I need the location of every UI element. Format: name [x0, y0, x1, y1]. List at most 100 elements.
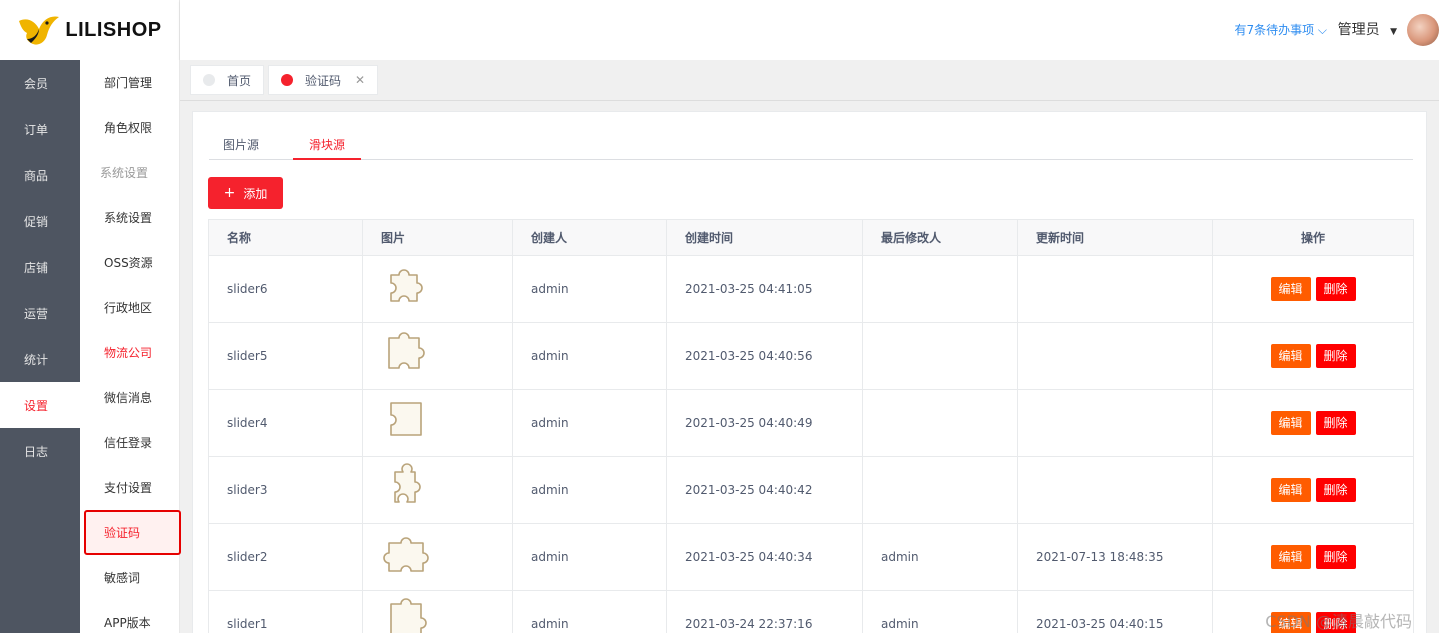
watermark: CSDN @清晨敲代码: [1265, 612, 1412, 631]
plus-icon: +: [223, 185, 236, 201]
tab-image-source[interactable]: 图片源: [223, 136, 259, 160]
edit-button[interactable]: 编辑: [1270, 545, 1311, 569]
puzzle-piece-image[interactable]: [381, 596, 437, 633]
secondary-nav-item[interactable]: 支付设置: [80, 465, 179, 510]
tab-bar: 图片源 滑块源: [209, 130, 1413, 160]
secondary-nav-item[interactable]: OSS资源: [80, 240, 179, 285]
secondary-nav-item[interactable]: 微信消息: [80, 375, 179, 420]
primary-nav-item[interactable]: 运营: [0, 290, 80, 336]
cell-actions: 编辑 删除: [1212, 523, 1414, 591]
cell-modifier: [862, 389, 1018, 457]
tag-status-dot: [281, 74, 293, 86]
edit-button[interactable]: 编辑: [1270, 277, 1311, 301]
delete-button[interactable]: 删除: [1315, 411, 1356, 435]
delete-button[interactable]: 删除: [1315, 545, 1356, 569]
cell-updated: [1017, 255, 1213, 323]
cell-image: [362, 255, 513, 323]
tag-captcha[interactable]: 验证码 ✕: [268, 65, 379, 95]
cell-modifier: [862, 322, 1018, 390]
cell-creator: admin: [512, 523, 667, 591]
cell-updated: [1017, 456, 1213, 524]
cell-created: 2021-03-24 22:37:16: [666, 590, 863, 633]
delete-button[interactable]: 删除: [1315, 344, 1356, 368]
cell-created: 2021-03-25 04:40:34: [666, 523, 863, 591]
delete-button[interactable]: 删除: [1315, 478, 1356, 502]
content-card: 图片源 滑块源 + 添加 名称 图片 创建人 创建时间 最后修改人 更新时间 操…: [192, 111, 1427, 633]
cell-image: [362, 456, 513, 524]
col-name: 名称: [208, 219, 363, 256]
primary-nav-item[interactable]: 统计: [0, 336, 80, 382]
puzzle-piece-image[interactable]: [381, 328, 437, 384]
primary-nav-item[interactable]: 商品: [0, 152, 80, 198]
primary-nav-item[interactable]: 日志: [0, 428, 80, 474]
edit-button[interactable]: 编辑: [1270, 411, 1311, 435]
cell-updated: 2021-07-13 18:48:35: [1017, 523, 1213, 591]
secondary-nav-item[interactable]: 验证码: [84, 510, 181, 555]
table-header-row: 名称 图片 创建人 创建时间 最后修改人 更新时间 操作: [208, 219, 1414, 256]
secondary-nav-item[interactable]: 行政地区: [80, 285, 179, 330]
bird-logo-icon: [19, 16, 60, 45]
edit-button[interactable]: 编辑: [1270, 344, 1311, 368]
close-icon[interactable]: ✕: [355, 73, 365, 87]
brand-name: LILISHOP: [65, 18, 162, 41]
logo[interactable]: LILISHOP: [0, 0, 180, 60]
secondary-nav-group-label: 系统设置: [100, 166, 149, 180]
user-menu[interactable]: 管理员 ▼: [1338, 19, 1397, 39]
delete-button[interactable]: 删除: [1315, 277, 1356, 301]
secondary-nav-item[interactable]: 部门管理: [80, 60, 179, 105]
secondary-nav-item[interactable]: 敏感词: [80, 555, 179, 600]
add-button[interactable]: + 添加: [208, 177, 283, 209]
cell-creator: admin: [512, 322, 667, 390]
primary-nav-item[interactable]: 订单: [0, 106, 80, 152]
primary-nav-item[interactable]: 促销: [0, 198, 80, 244]
col-created: 创建时间: [666, 219, 863, 256]
avatar[interactable]: [1407, 14, 1439, 46]
tab-slider-source[interactable]: 滑块源: [293, 136, 362, 160]
todo-link[interactable]: 有7条待办事项 ⌵: [1234, 21, 1327, 38]
secondary-nav-item[interactable]: APP版本: [80, 600, 179, 633]
secondary-nav-item[interactable]: 角色权限: [80, 105, 179, 150]
cell-name: slider2: [208, 523, 363, 591]
cell-image: [362, 322, 513, 390]
cell-name: slider5: [208, 322, 363, 390]
cell-name: slider4: [208, 389, 363, 457]
cell-modifier: [862, 456, 1018, 524]
table-row: slider4 admin 2021-03-25 04:40:49 编辑 删除: [208, 389, 1414, 457]
secondary-nav-item[interactable]: 物流公司: [80, 330, 179, 375]
cell-modifier: [862, 255, 1018, 323]
primary-nav-item[interactable]: 会员: [0, 60, 80, 106]
cell-creator: admin: [512, 389, 667, 457]
puzzle-piece-image[interactable]: [381, 529, 437, 585]
cell-modifier: admin: [862, 523, 1018, 591]
cell-image: [362, 523, 513, 591]
puzzle-piece-image[interactable]: [381, 261, 437, 317]
col-creator: 创建人: [512, 219, 667, 256]
cell-name: slider1: [208, 590, 363, 633]
table-row: slider6 admin 2021-03-25 04:41:05 编辑 删除: [208, 255, 1414, 323]
col-updated: 更新时间: [1017, 219, 1213, 256]
edit-button[interactable]: 编辑: [1270, 478, 1311, 502]
cell-image: [362, 590, 513, 633]
cell-created: 2021-03-25 04:40:42: [666, 456, 863, 524]
secondary-nav-item[interactable]: 系统设置: [80, 195, 179, 240]
user-name: 管理员: [1337, 22, 1380, 38]
col-actions: 操作: [1212, 219, 1414, 256]
cell-actions: 编辑 删除: [1212, 456, 1414, 524]
cell-creator: admin: [512, 590, 667, 633]
add-button-label: 添加: [243, 186, 268, 201]
cell-modifier: admin: [862, 590, 1018, 633]
secondary-nav-item[interactable]: 信任登录: [80, 420, 179, 465]
tag-bar: 首页 验证码 ✕: [180, 60, 1439, 101]
table-row: slider2 admin 2021-03-25 04:40:34 admin 2021…: [208, 523, 1414, 591]
cell-actions: 编辑 删除: [1212, 322, 1414, 390]
cell-updated: [1017, 389, 1213, 457]
tag-home[interactable]: 首页: [190, 65, 265, 95]
puzzle-piece-image[interactable]: [381, 462, 437, 518]
primary-nav: 会员 订单 商品 促销 店铺 运营 统计 设置 日志: [0, 60, 80, 633]
puzzle-piece-image[interactable]: [381, 395, 437, 451]
col-image: 图片: [362, 219, 513, 256]
cell-actions: 编辑 删除: [1212, 255, 1414, 323]
cell-name: slider6: [208, 255, 363, 323]
primary-nav-item[interactable]: 店铺: [0, 244, 80, 290]
primary-nav-item[interactable]: 设置: [0, 382, 80, 428]
